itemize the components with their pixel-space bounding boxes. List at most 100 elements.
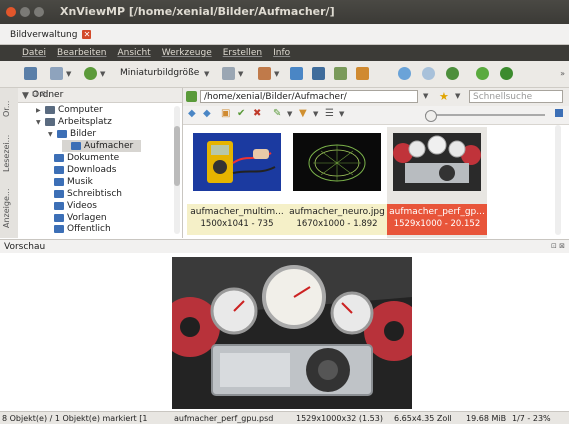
- computer-icon: [45, 106, 55, 114]
- tree-item-videos[interactable]: Videos: [54, 200, 97, 212]
- collapse-icon[interactable]: ▼: [22, 91, 29, 101]
- nav-forward-icon[interactable]: ◆: [203, 108, 211, 119]
- forward-icon[interactable]: [422, 67, 435, 80]
- menu-erstellen[interactable]: Erstellen: [223, 48, 262, 58]
- new-folder-icon[interactable]: ▣: [221, 108, 230, 119]
- tree-item-dokumente[interactable]: Dokumente: [54, 152, 119, 164]
- view-mode-dropdown-icon[interactable]: ▼: [66, 70, 71, 78]
- thumbnail-item-selected[interactable]: aufmacher_perf_gp... 1529x1000 - 20.152: [387, 127, 487, 238]
- thumb-size-dropdown-icon[interactable]: ▼: [204, 70, 209, 78]
- filter-dropdown-icon[interactable]: ▼: [313, 110, 318, 118]
- tree-item-oeffentlich[interactable]: Öffentlich: [54, 224, 111, 234]
- home-icon[interactable]: [500, 67, 513, 80]
- thumbnail-image-multimeter: [193, 133, 281, 191]
- thumbnail-item[interactable]: aufmacher_multim... 1500x1041 - 735: [187, 127, 287, 238]
- pane-controls-icon[interactable]: ⊡ ⊠: [32, 90, 178, 98]
- folder-icon: [57, 130, 67, 138]
- status-dimensions: 1529x1000x32 (1.53): [296, 414, 383, 423]
- status-filename: aufmacher_perf_gpu.psd: [174, 414, 274, 423]
- browser-layout-icon[interactable]: [24, 67, 37, 80]
- thumbnail-scrollbar[interactable]: [555, 125, 561, 235]
- tree-item-label: Schreibtisch: [67, 189, 122, 199]
- slideshow-icon[interactable]: [312, 67, 325, 80]
- thumbnail-item[interactable]: aufmacher_neuro.jpg 1670x1000 - 1.892: [287, 127, 387, 238]
- menu-werkzeuge[interactable]: Werkzeuge: [162, 48, 212, 58]
- tree-item-label: Computer: [58, 105, 103, 115]
- batch-icon[interactable]: [290, 67, 303, 80]
- tree-item-bilder[interactable]: ▼ Bilder: [48, 128, 96, 140]
- tag-dropdown-icon[interactable]: ▼: [287, 110, 292, 118]
- favorite-star-icon[interactable]: ★: [439, 90, 449, 103]
- tree-item-downloads[interactable]: Downloads: [54, 164, 116, 176]
- thumb-size-slider-knob[interactable]: [425, 110, 437, 122]
- tab-bar: Bildverwaltung ✕: [0, 24, 569, 45]
- tab-anzeige-vertical[interactable]: Anzeige...: [2, 182, 16, 234]
- tree-item-label: Aufmacher: [84, 141, 134, 151]
- tools-icon[interactable]: [258, 67, 271, 80]
- address-dropdown-icon[interactable]: ▼: [423, 92, 428, 100]
- tree-item-vorlagen[interactable]: Vorlagen: [54, 212, 107, 224]
- folder-pane: ▼ Ordner ⊡ ⊠ ▶ Computer ▼ Arbeitsplatz ▼…: [18, 88, 183, 238]
- tools-dropdown-icon[interactable]: ▼: [274, 70, 279, 78]
- tag-icon[interactable]: ✎: [273, 108, 281, 119]
- list-view-icon[interactable]: ☰: [325, 108, 334, 119]
- folder-icon: [54, 178, 64, 186]
- refresh-icon[interactable]: [476, 67, 489, 80]
- folder-pane-header: ▼ Ordner ⊡ ⊠: [18, 88, 182, 103]
- folder-icon: [54, 202, 64, 210]
- tree-item-computer[interactable]: ▶ Computer: [36, 104, 103, 116]
- tree-item-aufmacher[interactable]: Aufmacher: [62, 140, 142, 152]
- view-mode-icon[interactable]: [50, 67, 63, 80]
- maximize-window-icon[interactable]: [34, 7, 44, 17]
- folder-scrollbar[interactable]: [174, 106, 180, 234]
- favorite-dropdown-icon[interactable]: ▼: [455, 92, 460, 100]
- menu-info[interactable]: Info: [273, 48, 290, 58]
- menu-bar: Datei Bearbeiten Ansicht Werkzeuge Erste…: [0, 45, 569, 61]
- close-tab-icon[interactable]: ✕: [82, 30, 92, 39]
- quick-search-input[interactable]: Schnellsuche: [469, 90, 563, 103]
- address-field[interactable]: /home/xenial/Bilder/Aufmacher/: [200, 90, 418, 103]
- tree-item-label: Videos: [67, 201, 97, 211]
- toolbar-overflow-icon[interactable]: »: [560, 69, 565, 78]
- close-window-icon[interactable]: [6, 7, 16, 17]
- thumb-size-button[interactable]: Miniaturbildgröße: [120, 68, 199, 78]
- menu-datei[interactable]: Datei: [22, 48, 46, 58]
- nav-back-icon[interactable]: ◆: [188, 108, 196, 119]
- sort-dropdown-icon[interactable]: ▼: [100, 70, 105, 78]
- list-view-dropdown-icon[interactable]: ▼: [339, 110, 344, 118]
- delete-icon[interactable]: ✖: [253, 108, 261, 119]
- check-icon[interactable]: ✔: [237, 108, 245, 119]
- tab-lesezeichen-vertical[interactable]: Lesezei...: [2, 128, 16, 178]
- tree-item-schreibtisch[interactable]: Schreibtisch: [54, 188, 122, 200]
- minimize-window-icon[interactable]: [20, 7, 30, 17]
- thumbnail-grid: aufmacher_multim... 1500x1041 - 735 aufm…: [183, 125, 563, 238]
- folder-icon: [54, 166, 64, 174]
- tab-bildverwaltung[interactable]: Bildverwaltung ✕: [6, 27, 95, 42]
- collapse-icon[interactable]: ▼: [48, 131, 54, 138]
- large-thumb-icon[interactable]: [555, 109, 563, 117]
- back-icon[interactable]: [398, 67, 411, 80]
- image-edit-icon[interactable]: [356, 67, 369, 80]
- thumb-size-slider[interactable]: [425, 114, 545, 116]
- go-up-icon[interactable]: [186, 91, 197, 102]
- compare-icon[interactable]: [334, 67, 347, 80]
- menu-ansicht[interactable]: Ansicht: [117, 48, 150, 58]
- tree-item-arbeitsplatz[interactable]: ▼ Arbeitsplatz: [36, 116, 112, 128]
- thumbnail-caption: aufmacher_neuro.jpg 1670x1000 - 1.892: [287, 204, 387, 235]
- preview-controls-icon[interactable]: ⊡ ⊠: [551, 242, 565, 250]
- tree-item-musik[interactable]: Musik: [54, 176, 93, 188]
- status-bar: 8 Objekt(e) / 1 Objekt(e) markiert [1 au…: [0, 411, 569, 424]
- filter-dropdown-icon[interactable]: ▼: [238, 70, 243, 78]
- filter-icon[interactable]: [222, 67, 235, 80]
- folder-icon: [71, 142, 81, 150]
- tab-ordner-vertical[interactable]: Or...: [2, 92, 16, 126]
- menu-bearbeiten[interactable]: Bearbeiten: [57, 48, 106, 58]
- expand-icon[interactable]: ▶: [36, 107, 42, 114]
- filter-funnel-icon[interactable]: ▼: [299, 108, 307, 119]
- status-page-zoom: 1/7 - 23%: [512, 414, 551, 423]
- thumbnail-meta: 1500x1041 - 735: [200, 219, 274, 229]
- up-icon[interactable]: [446, 67, 459, 80]
- sort-icon[interactable]: [84, 67, 97, 80]
- thumbnail-meta: 1529x1000 - 20.152: [393, 219, 481, 229]
- collapse-icon[interactable]: ▼: [36, 119, 42, 126]
